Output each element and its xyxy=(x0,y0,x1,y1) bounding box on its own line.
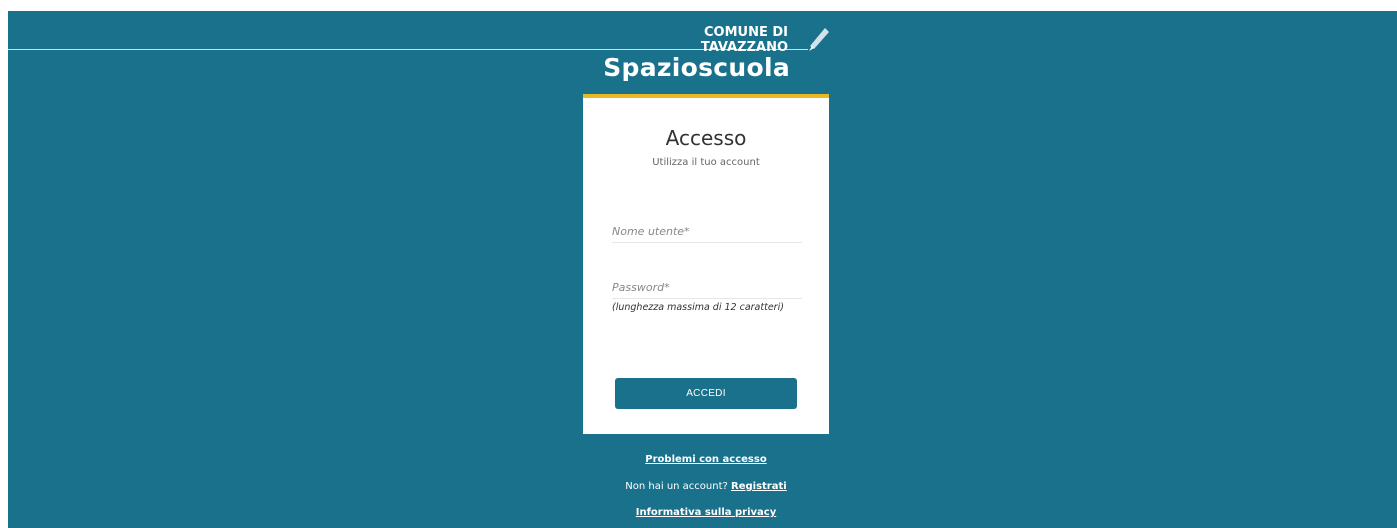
login-subtitle: Utilizza il tuo account xyxy=(652,157,760,168)
page-background: COMUNE DI TAVAZZANO Spazioscuola Accesso… xyxy=(8,11,1397,528)
municipality-name: COMUNE DI TAVAZZANO xyxy=(700,25,788,55)
password-hint: (lunghezza massima di 12 caratteri) xyxy=(612,302,784,313)
access-problems-link[interactable]: Problemi con accesso xyxy=(645,454,766,465)
username-input[interactable] xyxy=(612,220,802,243)
problems-row: Problemi con accesso xyxy=(583,454,829,465)
app-title: Spazioscuola xyxy=(603,53,790,82)
register-row: Non hai un account? Registrati xyxy=(583,481,829,492)
login-button[interactable]: ACCEDI xyxy=(615,378,797,409)
login-title: Accesso xyxy=(665,126,747,150)
login-card: Accesso Utilizza il tuo account (lunghez… xyxy=(583,94,829,434)
privacy-row: Informativa sulla privacy xyxy=(583,507,829,518)
pencil-icon xyxy=(809,28,829,51)
register-link[interactable]: Registrati xyxy=(731,481,787,492)
privacy-link[interactable]: Informativa sulla privacy xyxy=(636,507,777,518)
password-input[interactable] xyxy=(612,276,802,299)
no-account-text: Non hai un account? xyxy=(625,481,731,492)
